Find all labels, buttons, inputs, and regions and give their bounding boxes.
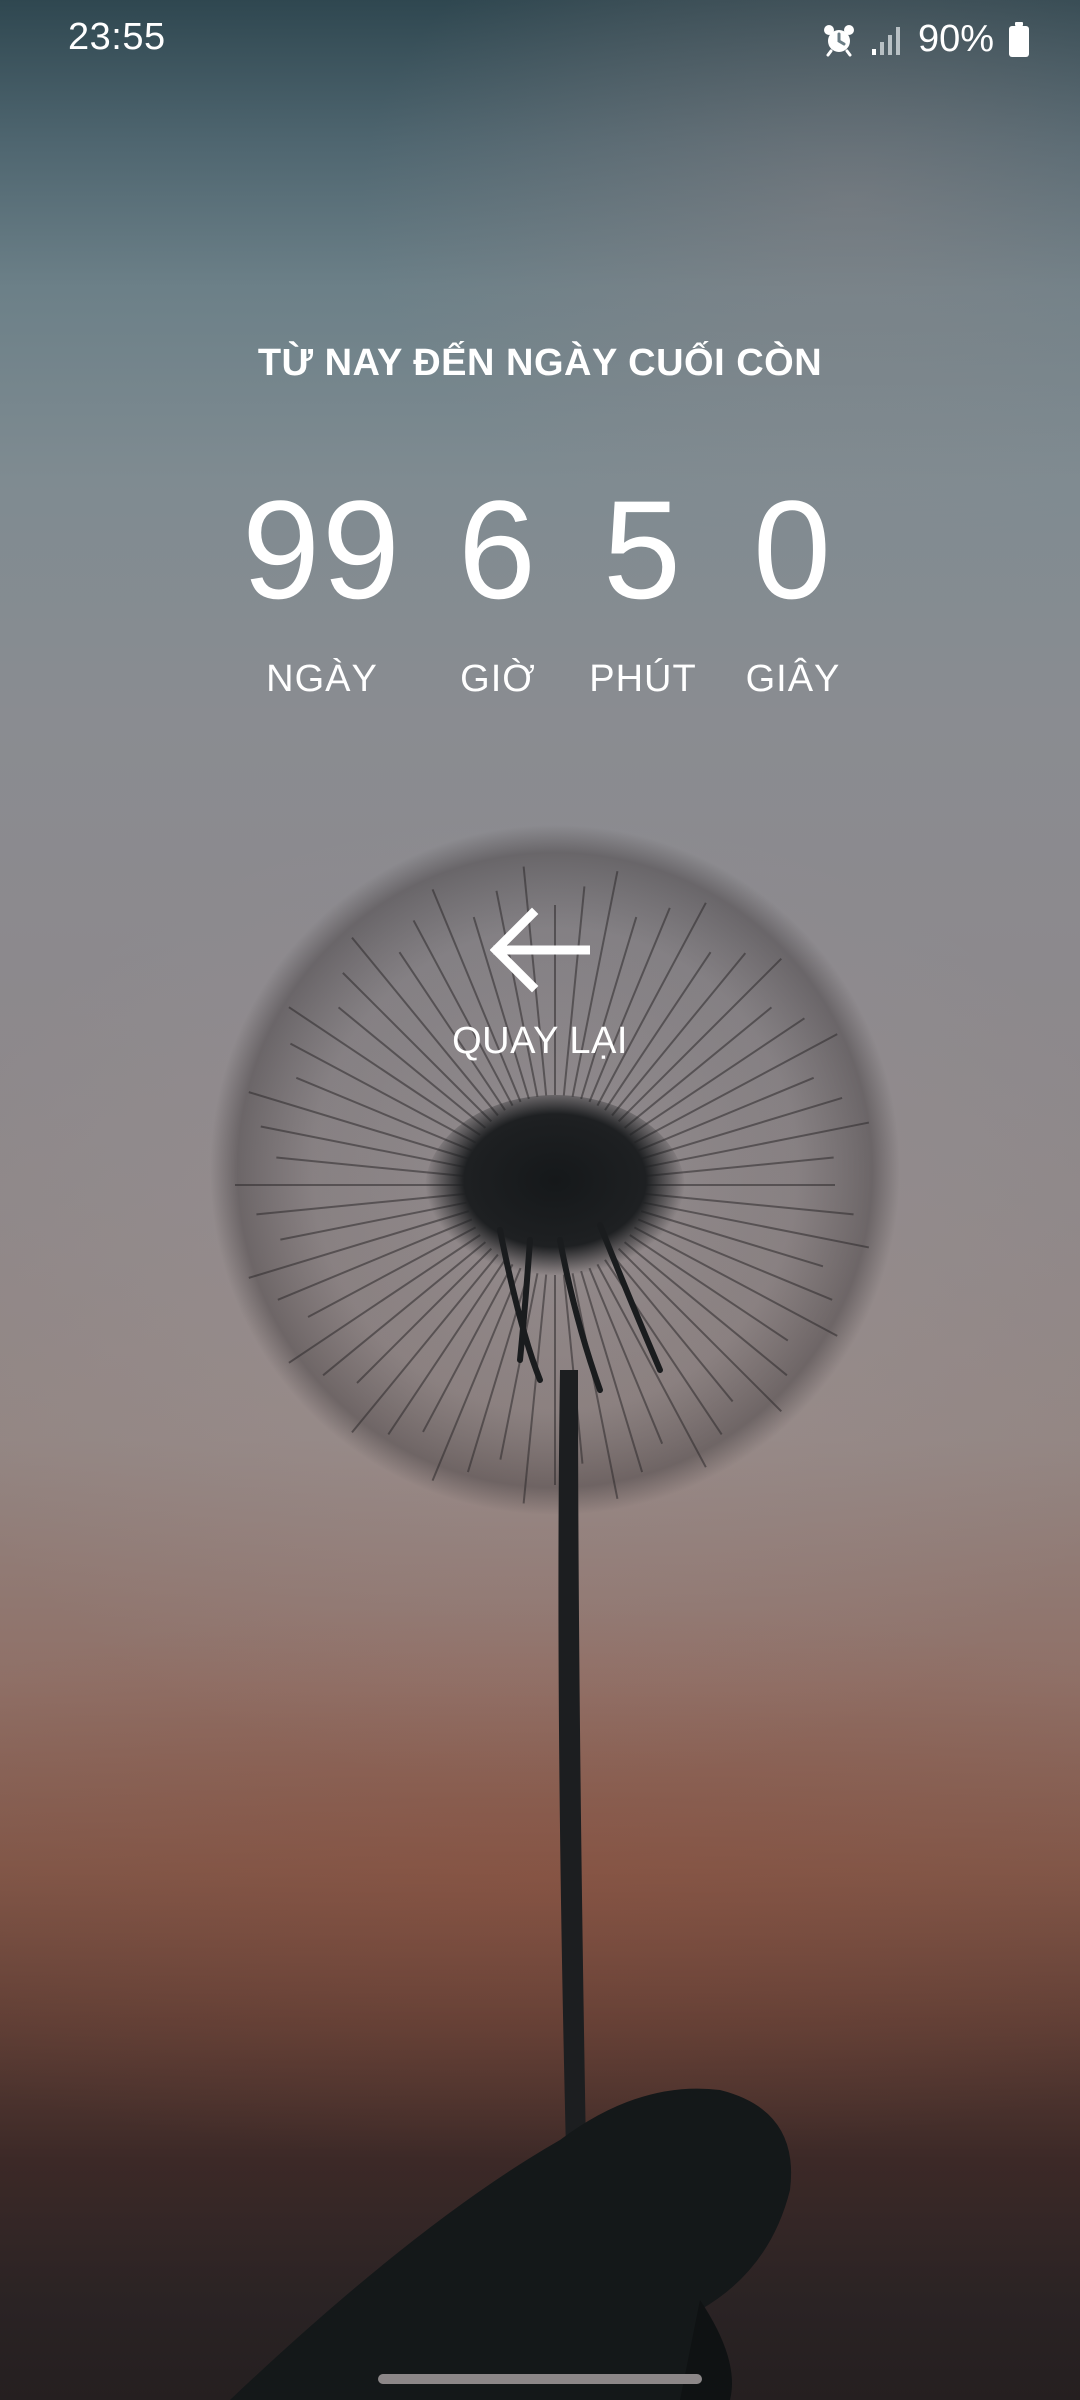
arrow-left-icon[interactable] — [489, 900, 591, 1005]
countdown: 99 NGÀY 6 GIỜ 5 PHÚT 0 GIÂY — [0, 470, 1080, 700]
gesture-navigation-bar[interactable] — [378, 2374, 702, 2384]
back-label[interactable]: QUAY LẠI — [420, 1020, 660, 1063]
status-icons: 90% — [822, 18, 1030, 61]
seconds-value: 0 — [753, 471, 833, 628]
seconds-label: GIÂY — [745, 658, 841, 700]
countdown-seconds: 0 GIÂY — [683, 470, 903, 701]
countdown-title: TỪ NAY ĐẾN NGÀY CUỐI CÒN — [257, 342, 823, 384]
status-bar: 23:55 90% — [0, 0, 1080, 80]
status-time: 23:55 — [68, 16, 166, 58]
back-button[interactable]: QUAY LẠI — [420, 880, 660, 1080]
alarm-clock-icon — [822, 23, 856, 57]
battery-percent: 90% — [917, 18, 994, 60]
battery-icon — [1008, 21, 1030, 58]
signal-bars-icon — [870, 23, 904, 57]
